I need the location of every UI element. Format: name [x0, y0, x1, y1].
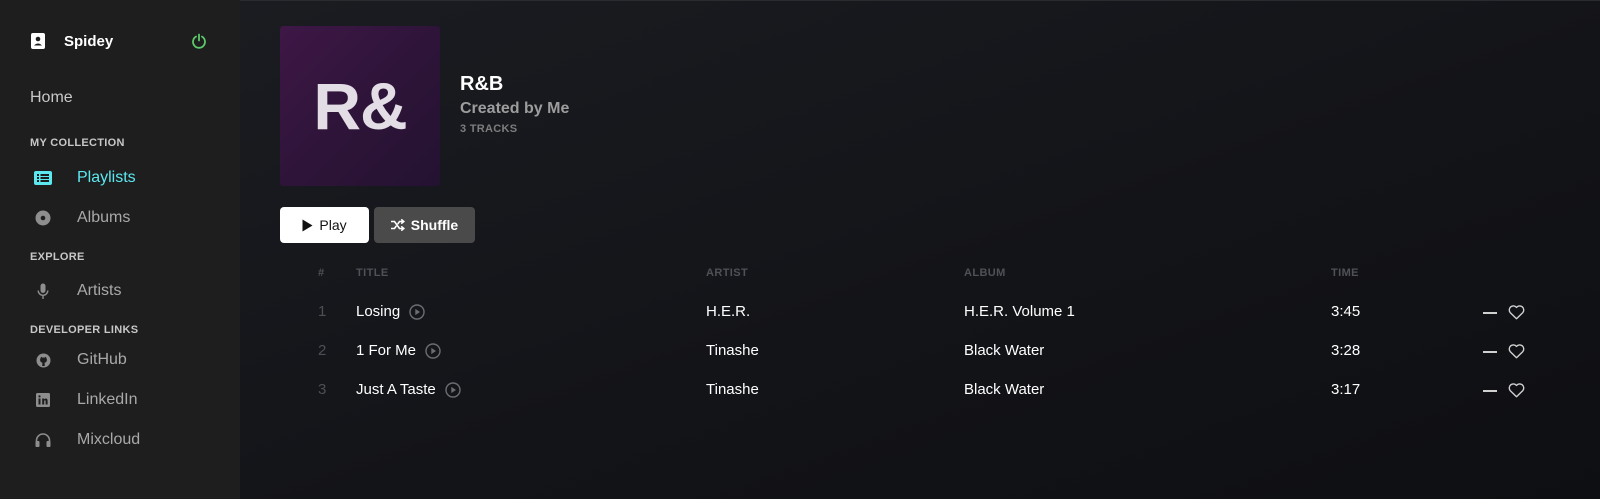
power-icon[interactable] — [190, 32, 208, 50]
sidebar-item-artists[interactable]: Artists — [0, 271, 240, 311]
track-title-cell: Just A Taste — [356, 370, 461, 410]
remove-track-icon[interactable] — [1483, 311, 1497, 314]
section-label-developer: DEVELOPER LINKS — [30, 324, 139, 336]
microphone-icon — [34, 282, 52, 300]
nav-home[interactable]: Home — [0, 86, 240, 110]
sidebar-item-label: GitHub — [77, 351, 127, 368]
playlist-title: R&B — [460, 73, 504, 95]
heart-icon[interactable] — [1508, 304, 1525, 320]
app: Spidey Home MY COLLECTION Playlists Albu… — [0, 0, 1600, 499]
user-name: Spidey — [64, 32, 114, 50]
track-number: 1 — [318, 303, 327, 320]
playlist-track-count: 3 TRACKS — [460, 123, 518, 135]
track-title: Losing — [356, 303, 401, 320]
track-album[interactable]: H.E.R. Volume 1 — [964, 292, 1075, 332]
sidebar-item-albums[interactable]: Albums — [0, 198, 240, 238]
track-row[interactable]: 2 1 For Me Tinashe Black Water 3:28 — [240, 331, 1600, 371]
column-header-time: TIME — [1331, 267, 1359, 279]
remove-track-icon[interactable] — [1483, 389, 1497, 392]
play-icon — [302, 219, 313, 232]
play-circle-icon[interactable] — [409, 304, 425, 320]
shuffle-label: Shuffle — [410, 217, 459, 233]
sidebar-item-mixcloud[interactable]: Mixcloud — [0, 420, 240, 460]
sidebar-item-label: Playlists — [77, 169, 136, 186]
play-circle-icon[interactable] — [425, 343, 441, 359]
play-button[interactable]: Play — [280, 207, 369, 243]
github-icon — [34, 351, 52, 369]
sidebar-item-linkedin[interactable]: LinkedIn — [0, 380, 240, 420]
track-actions — [1483, 331, 1525, 371]
remove-track-icon[interactable] — [1483, 350, 1497, 353]
play-circle-icon[interactable] — [445, 382, 461, 398]
sidebar-item-label: Mixcloud — [77, 431, 141, 448]
track-duration: 3:17 — [1331, 381, 1361, 398]
cover-text: R& — [313, 69, 407, 143]
headphones-icon — [34, 431, 52, 449]
playlist-creator: Created by Me — [460, 100, 570, 117]
user-badge-icon — [30, 32, 46, 50]
sidebar-item-label: Albums — [77, 209, 131, 226]
column-header-album: ALBUM — [964, 267, 1006, 279]
track-artist[interactable]: Tinashe — [706, 370, 759, 410]
shuffle-button[interactable]: Shuffle — [374, 207, 475, 243]
shuffle-icon — [390, 219, 405, 231]
disc-icon — [34, 209, 52, 227]
column-header-title: TITLE — [356, 267, 389, 279]
track-title-cell: Losing — [356, 292, 425, 332]
track-number: 2 — [318, 342, 327, 359]
track-title: Just A Taste — [356, 381, 436, 398]
main-content: R& R&B Created by Me 3 TRACKS Play Shuff… — [240, 0, 1600, 499]
sidebar-item-github[interactable]: GitHub — [0, 340, 240, 380]
user-row: Spidey — [0, 26, 240, 56]
track-album[interactable]: Black Water — [964, 370, 1044, 410]
sidebar-item-label: Artists — [77, 282, 122, 299]
track-title: 1 For Me — [356, 342, 417, 359]
track-album[interactable]: Black Water — [964, 331, 1044, 371]
sidebar-item-label: LinkedIn — [77, 391, 138, 408]
heart-icon[interactable] — [1508, 343, 1525, 359]
track-actions — [1483, 370, 1525, 410]
track-artist[interactable]: H.E.R. — [706, 292, 750, 332]
track-row[interactable]: 1 Losing H.E.R. H.E.R. Volume 1 3:45 — [240, 292, 1600, 332]
track-row[interactable]: 3 Just A Taste Tinashe Black Water 3:17 — [240, 370, 1600, 410]
heart-icon[interactable] — [1508, 382, 1525, 398]
section-label-explore: EXPLORE — [30, 251, 85, 263]
playlist-cover: R& — [280, 26, 440, 186]
track-duration: 3:28 — [1331, 342, 1361, 359]
play-label: Play — [319, 217, 347, 233]
list-icon — [34, 169, 52, 187]
linkedin-icon — [34, 391, 52, 409]
track-artist[interactable]: Tinashe — [706, 331, 759, 371]
column-header-artist: ARTIST — [706, 267, 749, 279]
track-duration: 3:45 — [1331, 303, 1361, 320]
track-number: 3 — [318, 381, 327, 398]
track-actions — [1483, 292, 1525, 332]
sidebar-item-playlists[interactable]: Playlists — [0, 158, 240, 198]
section-label-collection: MY COLLECTION — [30, 137, 125, 149]
track-title-cell: 1 For Me — [356, 331, 441, 371]
sidebar: Spidey Home MY COLLECTION Playlists Albu… — [0, 0, 240, 499]
column-header-number: # — [318, 267, 325, 279]
